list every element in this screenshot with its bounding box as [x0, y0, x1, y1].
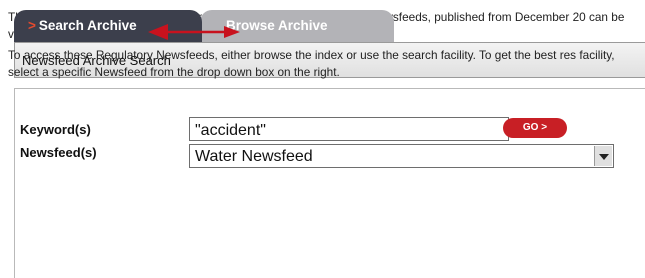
newsfeed-label: Newsfeed(s): [20, 145, 97, 160]
newsfeed-selected-value: Water Newsfeed: [195, 148, 313, 165]
archive-tabs: > Search Archive Browse Archive: [14, 10, 394, 42]
chevron-down-icon[interactable]: [594, 146, 612, 166]
intro-paragraph-2: To access these Regulatory Newsfeeds, ei…: [8, 48, 615, 79]
tab-browse-archive-label: Browse Archive: [226, 18, 328, 33]
tab-browse-archive[interactable]: Browse Archive: [200, 10, 394, 42]
tab-search-archive[interactable]: > Search Archive: [14, 10, 202, 42]
active-tab-marker: >: [28, 18, 36, 33]
keyword-input[interactable]: [189, 117, 509, 141]
go-button[interactable]: GO >: [503, 118, 567, 138]
tab-search-archive-label: Search Archive: [38, 18, 137, 33]
keyword-label: Keyword(s): [20, 122, 91, 137]
newsfeed-select[interactable]: Water Newsfeed: [189, 144, 614, 168]
